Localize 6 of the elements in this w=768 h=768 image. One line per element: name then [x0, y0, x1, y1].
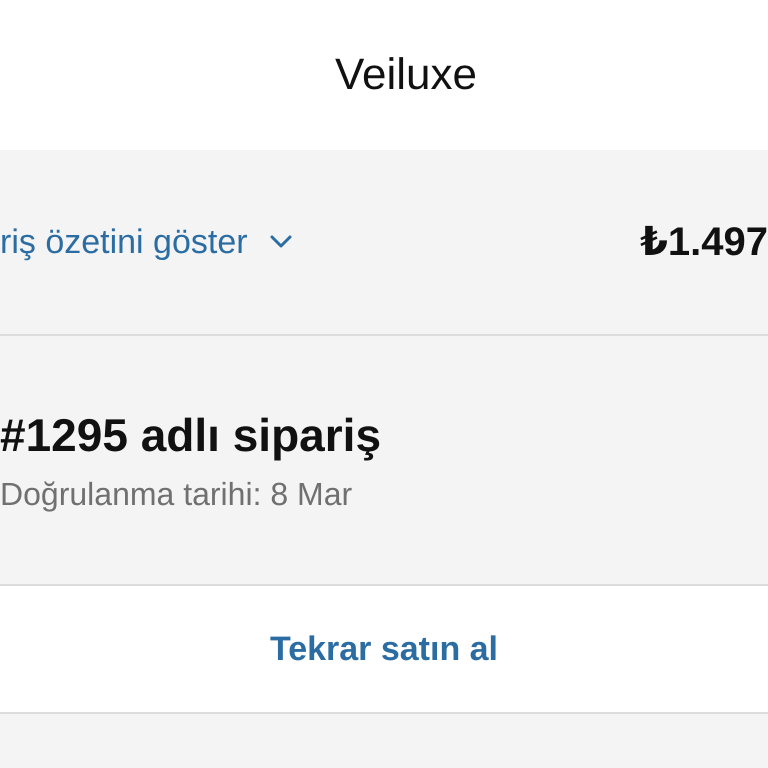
order-total: ₺1.497 — [640, 219, 768, 265]
show-summary-toggle[interactable]: riş özetini göster — [0, 222, 292, 262]
order-title: #1295 adlı sipariş — [0, 408, 382, 462]
buy-again-button[interactable]: Tekrar satın al — [264, 628, 504, 670]
confirmation-date: Doğrulanma tarihi: 8 Mar — [0, 476, 354, 512]
store-title: Veiluxe — [335, 50, 477, 100]
